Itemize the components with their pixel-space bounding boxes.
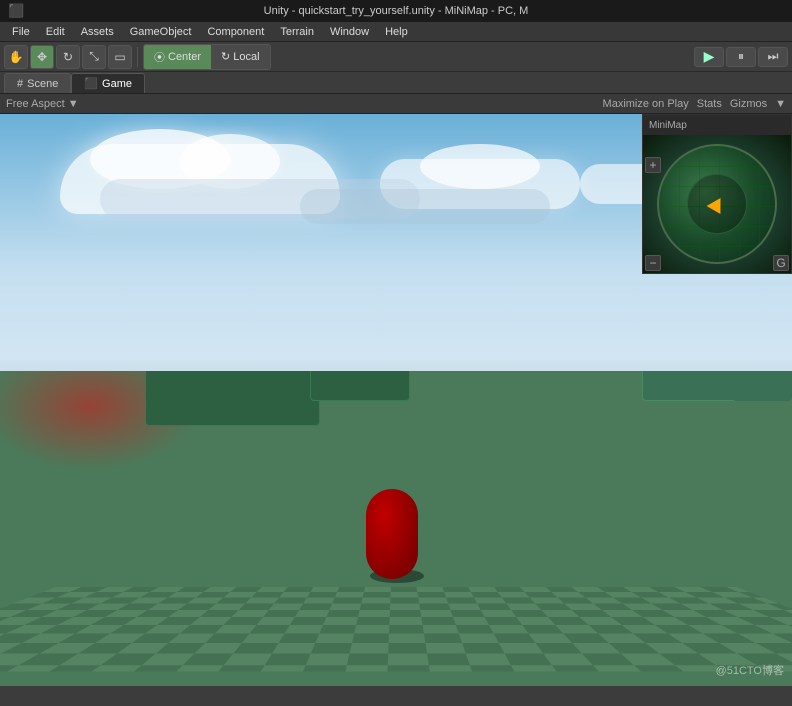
play-controls: ▶ ⏸ ⏭ [694,47,788,67]
minimap-circle [657,144,777,264]
menu-bar: File Edit Assets GameObject Component Te… [0,22,792,42]
box-4 [310,371,410,401]
scene-tab[interactable]: # Scene [4,73,71,93]
ground [0,371,792,686]
game-tab[interactable]: ⬛ Game [71,73,145,93]
rotate-tool-btn[interactable]: ↻ [56,45,80,69]
hand-tool-btn[interactable]: ✋ [4,45,28,69]
menu-edit[interactable]: Edit [38,22,73,42]
center-icon: ⦿ [154,49,165,65]
center-label: Center [168,51,201,63]
box-3 [642,371,742,401]
scene-icon: # [17,78,23,90]
minimap-title: MiniMap [649,120,687,131]
game-top-bar: Free Aspect ▼ Maximize on Play Stats Giz… [0,94,792,114]
step-button[interactable]: ⏭ [758,47,788,67]
minimap-lock-btn[interactable]: G [773,255,789,271]
title-bar: ⬛ Unity - quickstart_try_yourself.unity … [0,0,792,22]
stats-btn[interactable]: Stats [697,98,722,110]
menu-terrain[interactable]: Terrain [272,22,322,42]
scene-label: Scene [27,78,58,90]
scale-tool-btn[interactable]: ⤡ [82,45,106,69]
toolbar: ✋ ✥ ↻ ⤡ ▭ ⦿ Center ↻ Local ▶ ⏸ ⏭ [0,42,792,72]
menu-gameobject[interactable]: GameObject [122,22,200,42]
toolbar-sep-1 [137,47,138,67]
menu-window[interactable]: Window [322,22,377,42]
free-aspect-label[interactable]: Free Aspect ▼ [6,98,79,110]
gizmos-btn[interactable]: Gizmos [730,98,767,110]
local-icon: ↻ [221,50,230,63]
menu-assets[interactable]: Assets [73,22,122,42]
cloud-dark-2 [300,189,550,224]
rect-tool-btn[interactable]: ▭ [108,45,132,69]
pivot-group: ⦿ Center ↻ Local [143,44,271,70]
minimap-header: MiniMap [643,115,791,135]
menu-help[interactable]: Help [377,22,416,42]
minimap-zoom-out-btn[interactable]: − [645,255,661,271]
tab-bar: # Scene ⬛ Game [0,72,792,94]
pause-button[interactable]: ⏸ [726,47,756,67]
ground-checker [0,587,792,672]
window-icon: ⬛ [8,3,24,19]
minimap-canvas: + − G [643,135,791,273]
game-icon: ⬛ [84,77,98,90]
local-toggle[interactable]: ↻ Local [211,45,270,69]
cloud-5 [420,144,540,189]
minimap-overlay: MiniMap + − G [642,114,792,274]
player-capsule [366,489,418,579]
gizmos-arrow[interactable]: ▼ [775,98,786,110]
window-title: Unity - quickstart_try_yourself.unity - … [264,5,529,17]
game-area: Free Aspect ▼ Maximize on Play Stats Giz… [0,94,792,686]
move-tool-btn[interactable]: ✥ [30,45,54,69]
center-toggle[interactable]: ⦿ Center [144,45,211,69]
box-5 [732,371,792,401]
menu-file[interactable]: File [4,22,38,42]
game-label: Game [102,78,132,90]
watermark: @51CTO博客 [716,662,784,678]
play-button[interactable]: ▶ [694,47,724,67]
menu-component[interactable]: Component [199,22,272,42]
minimap-zoom-in-btn[interactable]: + [645,157,661,173]
maximize-on-play-btn[interactable]: Maximize on Play [603,98,689,110]
game-scene: MiniMap + − G @51CTO博客 [0,114,792,686]
local-label: Local [233,51,259,63]
box-1 [145,371,320,426]
